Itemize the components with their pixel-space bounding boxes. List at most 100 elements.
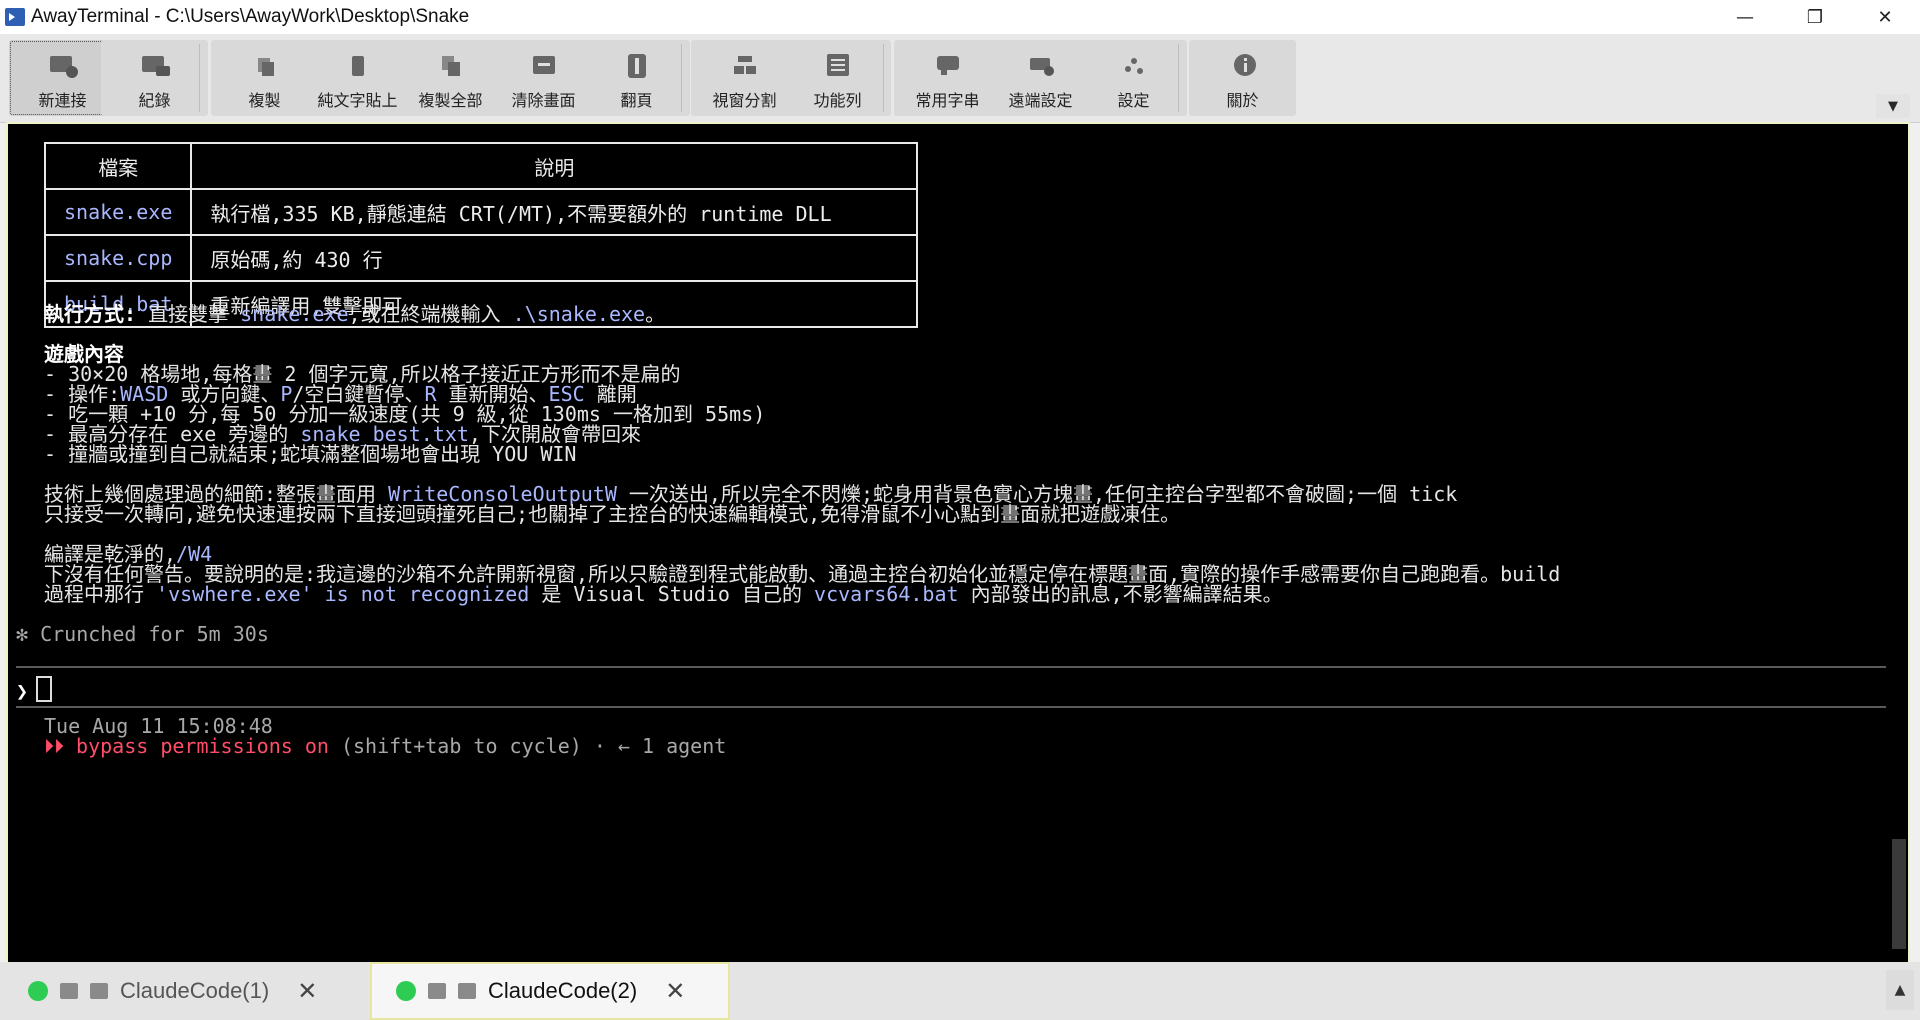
- close-tab-icon[interactable]: ✕: [665, 977, 685, 1006]
- window-controls: — ❐ ✕: [1710, 0, 1920, 34]
- terminal-scrollbar[interactable]: [1892, 839, 1906, 949]
- toolbar-separator: [681, 44, 682, 112]
- snippets-button[interactable]: 常用字串: [894, 40, 1001, 116]
- paste-plain-button[interactable]: 純文字貼上: [304, 40, 411, 116]
- permission-mode-line: ⏵⏵ bypass permissions on (shift+tab to c…: [44, 734, 726, 758]
- tab-claudecode-2[interactable]: ClaudeCode(2) ✕: [370, 962, 730, 1020]
- function-bar-button[interactable]: 功能列: [784, 40, 891, 116]
- copy-all-button[interactable]: 複製全部: [397, 40, 504, 116]
- table-row: snake.exe 執行檔,335 KB,靜態連結 CRT(/MT),不需要額外…: [43, 188, 919, 236]
- text-span: ,或在終端機輸入: [348, 302, 513, 326]
- run-instructions: 執行方式: 直接雙擊 snake.exe,或在終端機輸入 .\snake.exe…: [44, 302, 665, 326]
- page-flip-button[interactable]: 翻頁: [583, 40, 690, 116]
- file-name: snake.cpp: [43, 234, 193, 282]
- prompt-line[interactable]: ❯: [16, 676, 53, 703]
- tab-scroll-button[interactable]: ▲: [1886, 970, 1914, 1010]
- restore-button[interactable]: ❐: [1780, 0, 1850, 34]
- paste-plain-icon: [343, 52, 373, 78]
- code-span: snake.exe: [240, 302, 349, 326]
- clear-screen-button[interactable]: 清除畫面: [490, 40, 597, 116]
- tab-label: ClaudeCode(2): [488, 978, 638, 1003]
- new-connection-button[interactable]: 新連接: [9, 40, 116, 116]
- log-icon: [428, 983, 446, 999]
- code-span: .\snake.exe: [512, 302, 646, 326]
- window-title: AwayTerminal - C:\Users\AwayWork\Desktop…: [31, 6, 470, 27]
- toolbar-label: 複製: [248, 91, 281, 110]
- text-span: 過程中那行: [44, 582, 157, 606]
- page-flip-icon: [622, 52, 652, 78]
- code-span: vcvars64.bat: [814, 582, 959, 606]
- file-table: 檔案 說明 snake.exe 執行檔,335 KB,靜態連結 CRT(/MT)…: [43, 142, 919, 328]
- toolbar-label: 常用字串: [915, 91, 980, 110]
- column-header-file: 檔案: [43, 142, 193, 190]
- prompt-symbol: ❯: [16, 679, 29, 703]
- settings-button[interactable]: 設定: [1080, 40, 1187, 116]
- text-span: 是 Visual Studio 自己的: [529, 582, 815, 606]
- toolbar-separator: [199, 44, 200, 112]
- status-line: ✻ Crunched for 5m 30s: [16, 622, 269, 646]
- permission-mode-hint: (shift+tab to cycle) · ← 1 agent: [328, 734, 727, 758]
- run-label: 執行方式:: [44, 302, 137, 326]
- list-item: - 撞牆或撞到自己就結束;蛇填滿整個場地會出現 YOU WIN: [44, 442, 577, 466]
- text-cursor: [36, 676, 53, 702]
- split-window-button[interactable]: 視窗分割: [691, 40, 798, 116]
- log-button[interactable]: 紀錄: [101, 40, 208, 116]
- info-icon: [1228, 52, 1258, 78]
- connected-status-icon: [28, 981, 48, 1001]
- prompt-divider-bottom: [16, 706, 1886, 708]
- toolbar-label: 純文字貼上: [317, 91, 398, 110]
- title-bar: AwayTerminal - C:\Users\AwayWork\Desktop…: [0, 0, 1920, 34]
- app-icon: [5, 8, 25, 26]
- tech-paragraph-line: 只接受一次轉向,避免快速連按兩下直接迴頭撞死自己;也關掉了主控台的快速編輯模式,…: [44, 502, 1181, 526]
- about-button[interactable]: 關於: [1189, 40, 1296, 116]
- snippets-icon: [933, 52, 963, 78]
- terminal-icon: [458, 983, 476, 999]
- terminal-icon: [90, 983, 108, 999]
- column-header-description: 說明: [190, 142, 919, 190]
- close-tab-icon[interactable]: ✕: [297, 977, 317, 1006]
- fast-forward-icon: ⏵⏵: [44, 734, 77, 758]
- toolbar-label: 紀錄: [138, 91, 171, 110]
- minimize-button[interactable]: —: [1710, 0, 1780, 34]
- toolbar-overflow-button[interactable]: ▼: [1876, 94, 1910, 118]
- toolbar-label: 功能列: [813, 91, 862, 110]
- tab-label: ClaudeCode(1): [120, 978, 270, 1003]
- code-span: 'vswhere.exe' is not recognized: [156, 582, 530, 606]
- file-name: snake.exe: [43, 188, 193, 236]
- copy-all-icon: [436, 52, 466, 78]
- toolbar: 新連接 紀錄 複製 純文字貼上 複製全部 清除畫面 翻頁 視窗分割 功能列 常用…: [0, 34, 1920, 123]
- tab-bar: ClaudeCode(1) ✕ ClaudeCode(2) ✕ ▲: [0, 962, 1920, 1020]
- terminal-pane[interactable]: 檔案 說明 snake.exe 執行檔,335 KB,靜態連結 CRT(/MT)…: [6, 122, 1910, 966]
- file-description: 執行檔,335 KB,靜態連結 CRT(/MT),不需要額外的 runtime …: [190, 188, 919, 236]
- log-icon: [60, 983, 78, 999]
- toolbar-label: 視窗分割: [712, 91, 777, 110]
- permission-mode-label: bypass permissions on: [76, 734, 329, 758]
- new-connection-icon: [48, 52, 78, 78]
- settings-icon: [1119, 52, 1149, 78]
- file-description: 原始碼,約 430 行: [190, 234, 919, 282]
- toolbar-label: 複製全部: [418, 91, 483, 110]
- remote-settings-button[interactable]: 遠端設定: [987, 40, 1094, 116]
- close-button[interactable]: ✕: [1850, 0, 1920, 34]
- toolbar-label: 清除畫面: [511, 91, 576, 110]
- toolbar-label: 新連接: [38, 91, 87, 110]
- toolbar-label: 設定: [1117, 91, 1150, 110]
- toolbar-label: 遠端設定: [1008, 91, 1073, 110]
- table-row: snake.cpp 原始碼,約 430 行: [43, 234, 919, 282]
- toolbar-separator: [883, 44, 884, 112]
- copy-button[interactable]: 複製: [211, 40, 318, 116]
- toolbar-label: 關於: [1226, 91, 1259, 110]
- text-span: 內部發出的訊息,不影響編譯結果。: [958, 582, 1283, 606]
- copy-icon: [250, 52, 280, 78]
- prompt-divider-top: [16, 666, 1886, 668]
- clear-screen-icon: [529, 52, 559, 78]
- text-span: 。: [645, 302, 666, 326]
- tab-claudecode-1[interactable]: ClaudeCode(1) ✕: [4, 966, 364, 1016]
- log-icon: [140, 52, 170, 78]
- split-window-icon: [730, 52, 760, 78]
- remote-settings-icon: [1026, 52, 1056, 78]
- compile-paragraph-line: 過程中那行 'vswhere.exe' is not recognized 是 …: [44, 582, 1283, 606]
- function-bar-icon: [823, 52, 853, 78]
- toolbar-label: 翻頁: [620, 91, 653, 110]
- table-header-row: 檔案 說明: [43, 142, 919, 190]
